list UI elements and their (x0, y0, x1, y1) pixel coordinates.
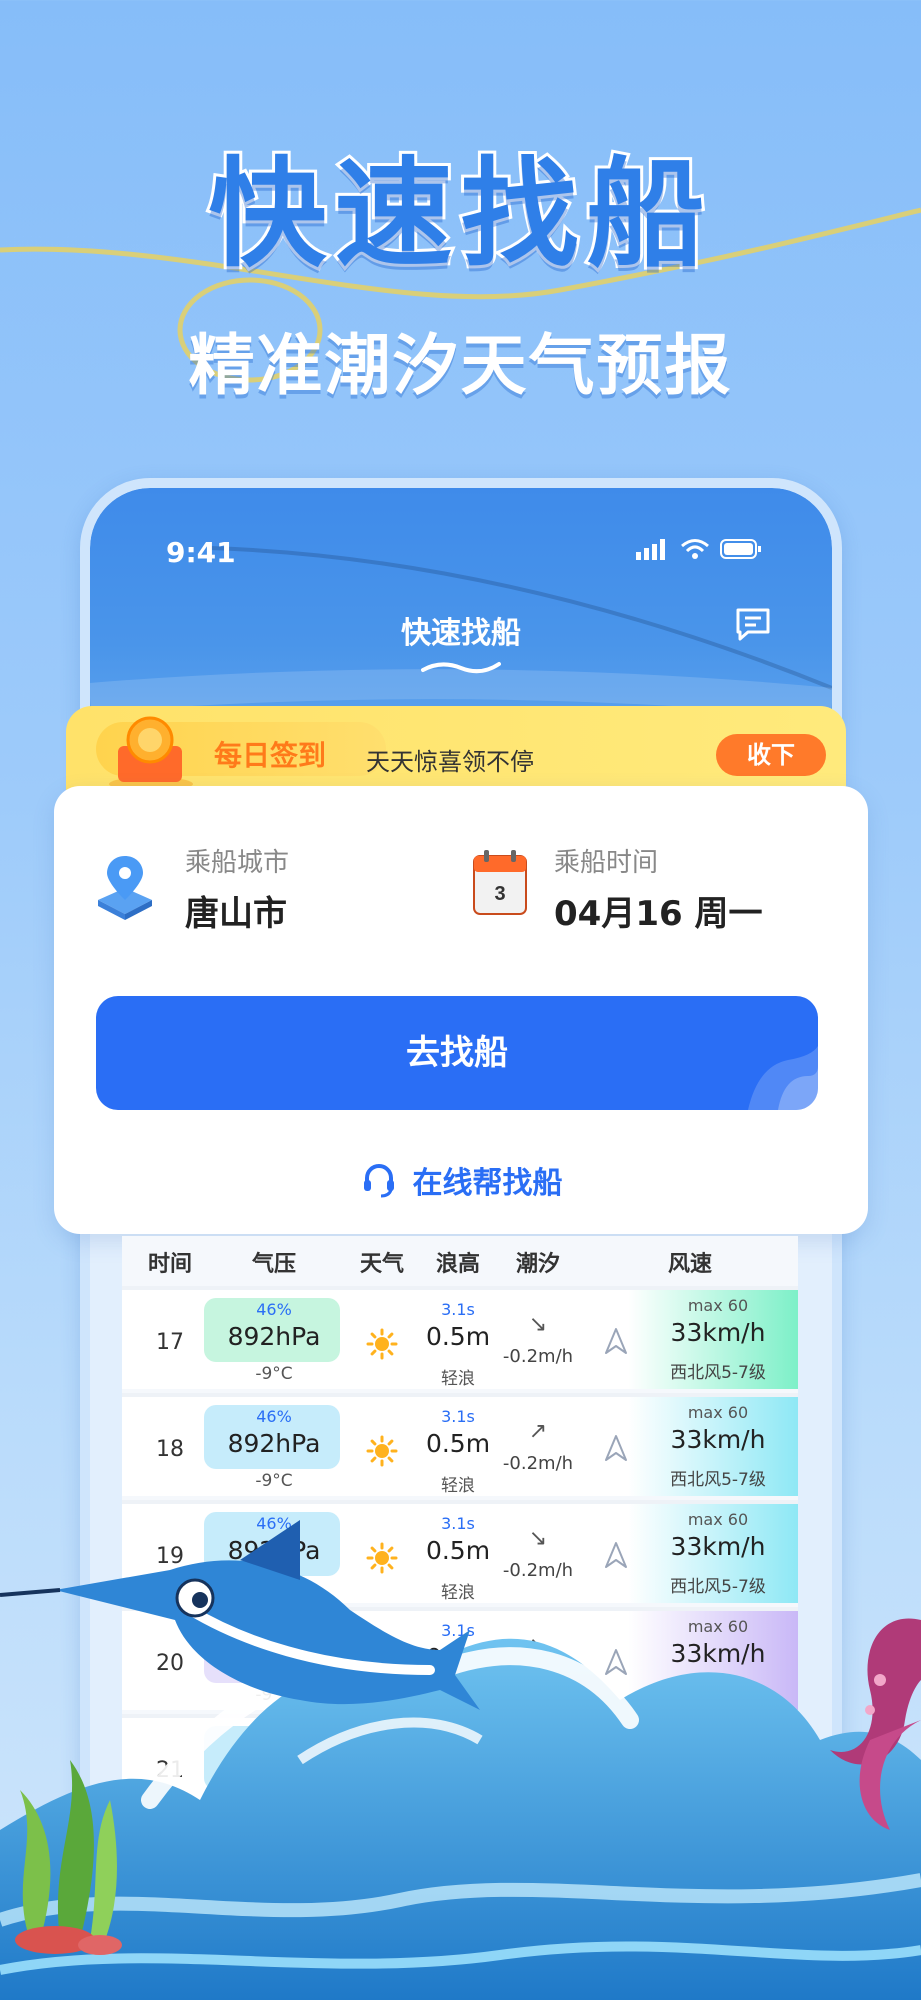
row-temp: -9°C (255, 1471, 293, 1491)
row-hour: 18 (156, 1437, 184, 1462)
header-wave: 浪高 (435, 1252, 481, 1277)
signal-icon (636, 539, 665, 560)
header-tide: 潮汐 (515, 1252, 561, 1277)
wind-direction-icon (603, 1433, 629, 1467)
row-wind-dir: 西北风5-7级 (670, 1363, 766, 1383)
calendar-icon: 3 (473, 850, 527, 915)
search-card: 乘船城市 唐山市 3 乘船时间 04月16 周一 去找船 在线帮找船 (54, 786, 868, 1234)
table-row: 17 46% 892hPa -9°C 3.1s 0.5m 轻浪 ↘ -0.2m/h max 60 3… (122, 1286, 798, 1389)
online-help-label: 在线帮找船 (412, 1166, 563, 1201)
date-label: 乘船时间 (554, 848, 659, 878)
row-period: 3.1s (441, 1300, 475, 1319)
collect-button[interactable]: 收下 (716, 734, 826, 776)
header-pressure: 气压 (251, 1252, 297, 1277)
daily-sign-banner[interactable]: 每日签到 天天惊喜领不停 收下 (66, 706, 846, 796)
header-time: 时间 (147, 1252, 193, 1277)
ocean-decoration (0, 1520, 921, 2000)
location-pin-icon (98, 856, 152, 920)
marlin-icon (0, 1520, 480, 1710)
tide-arrow-icon: ↗ (528, 1419, 548, 1444)
row-temp: -9°C (255, 1364, 293, 1384)
hero-subtitle: 精准潮汐天气预报 (188, 327, 733, 404)
sign-promo-text: 天天惊喜领不停 (366, 748, 534, 776)
gift-box-icon (109, 716, 193, 791)
headset-icon (364, 1164, 395, 1198)
row-pressure: 892hPa (227, 1322, 321, 1351)
row-wave-desc: 轻浪 (441, 1476, 475, 1496)
row-wind: 33km/h (670, 1318, 766, 1347)
row-tide: -0.2m/h (502, 1453, 574, 1474)
city-label: 乘船城市 (185, 848, 290, 878)
row-wind: 33km/h (670, 1425, 766, 1454)
message-icon[interactable] (734, 606, 772, 642)
row-wind-max: max 60 (687, 1296, 749, 1315)
city-value[interactable]: 唐山市 (185, 886, 287, 935)
calendar-day: 3 (494, 883, 505, 905)
row-period: 3.1s (441, 1407, 475, 1426)
find-boat-button[interactable]: 去找船 (96, 996, 818, 1110)
wifi-icon (681, 539, 709, 559)
status-time: 9:41 (166, 536, 236, 569)
sign-badge-label: 每日签到 (214, 739, 327, 772)
row-wave-desc: 轻浪 (441, 1369, 475, 1389)
row-tide: -0.2m/h (502, 1346, 574, 1367)
table-row: 18 46% 892hPa -9°C 3.1s 0.5m 轻浪 ↗ -0.2m/h max 60 3… (122, 1393, 798, 1496)
row-wave: 0.5m (425, 1429, 491, 1458)
status-icons (636, 538, 762, 560)
sun-icon (366, 1435, 398, 1471)
battery-icon (720, 539, 761, 559)
wave-decor-icon (748, 1046, 818, 1110)
row-wind-dir: 西北风5-7级 (670, 1470, 766, 1490)
row-hour: 17 (156, 1330, 184, 1355)
wave-icon (421, 662, 501, 674)
hero-title: 快速找船 (205, 142, 713, 286)
row-pressure: 892hPa (227, 1429, 321, 1458)
app-title: 快速找船 (401, 616, 521, 651)
date-value[interactable]: 04月16 周一 (554, 886, 762, 935)
tide-arrow-icon: ↘ (528, 1312, 548, 1337)
table-header: 时间 气压 天气 浪高 潮汐 风速 (122, 1236, 798, 1286)
sun-icon (366, 1328, 398, 1364)
online-help-link[interactable]: 在线帮找船 (54, 1158, 868, 1202)
row-humidity: 46% (256, 1407, 292, 1426)
header-wind: 风速 (667, 1252, 713, 1277)
header-weather: 天气 (359, 1252, 405, 1277)
wind-direction-icon (603, 1326, 629, 1360)
row-wave: 0.5m (425, 1322, 491, 1351)
find-boat-label: 去找船 (406, 1033, 508, 1073)
row-humidity: 46% (256, 1300, 292, 1319)
row-wind-max: max 60 (687, 1403, 749, 1422)
